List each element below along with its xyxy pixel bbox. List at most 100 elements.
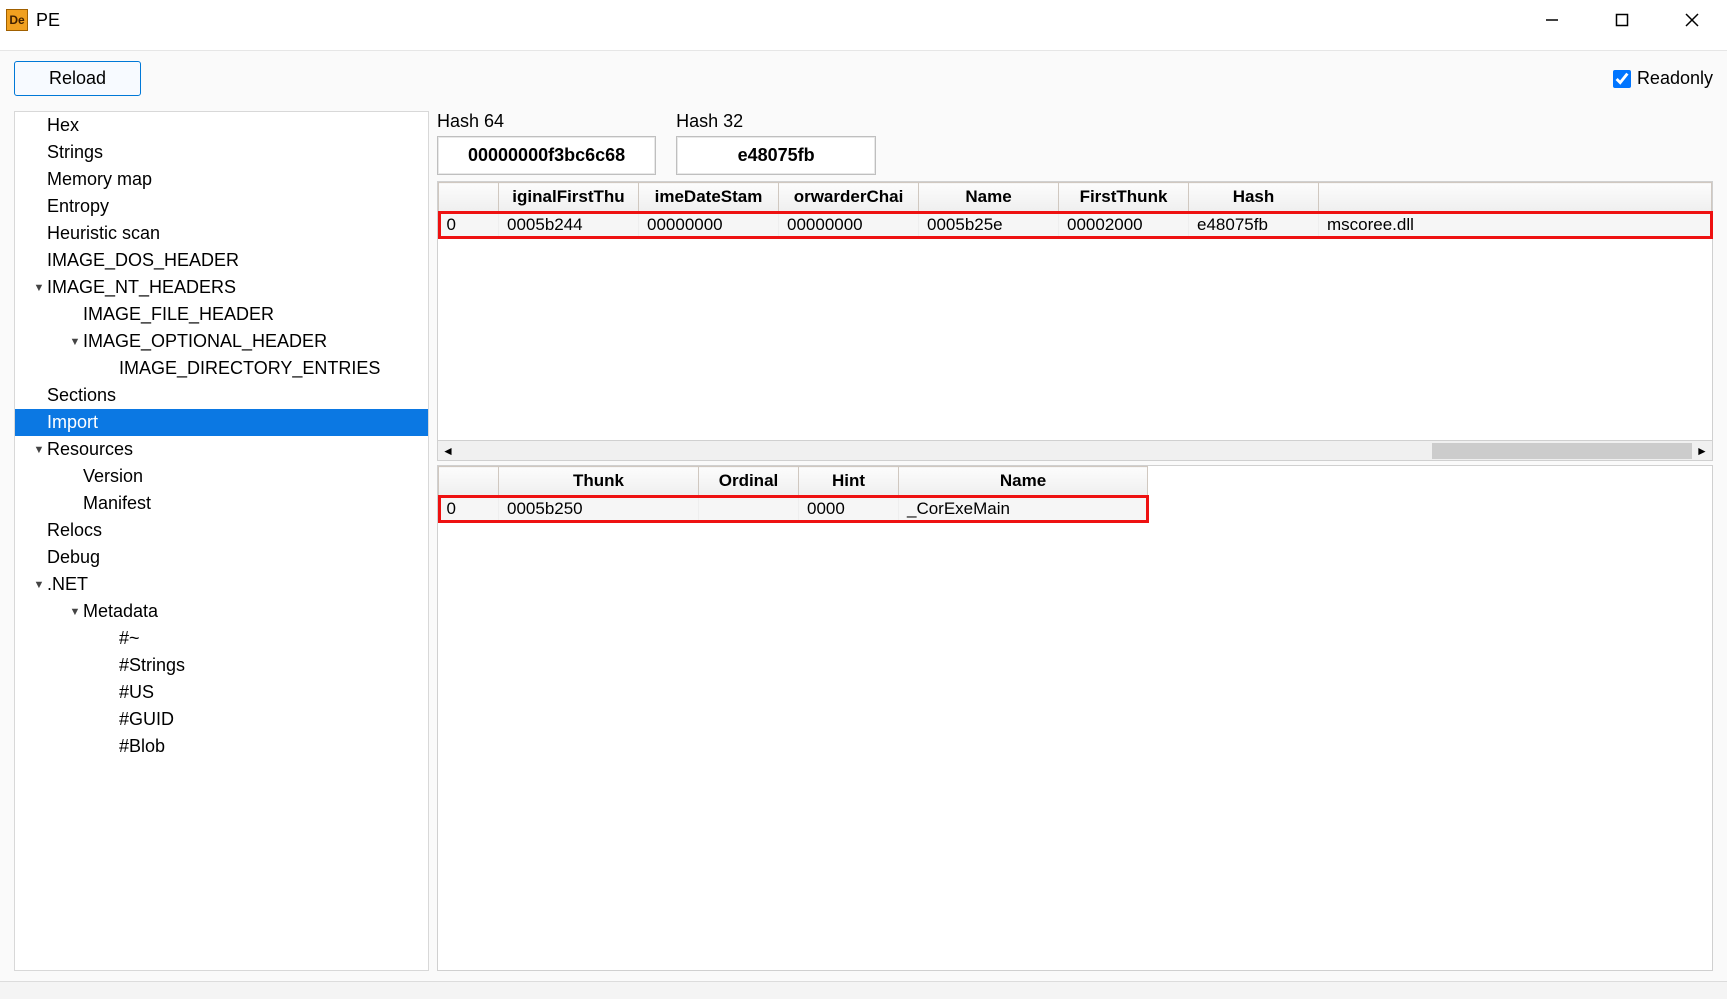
thunk-col-name[interactable]: Name (899, 467, 1148, 496)
tree-item-label: Memory map (47, 169, 152, 190)
tree-item-label: #Blob (119, 736, 165, 757)
tree-item[interactable]: Entropy (15, 193, 428, 220)
reload-button[interactable]: Reload (14, 61, 141, 96)
tree-item-label: Debug (47, 547, 100, 568)
tree-item[interactable]: #Strings (15, 652, 428, 679)
import-cell: 0005b244 (499, 212, 639, 239)
titlebar: De PE (0, 0, 1727, 40)
tree-item[interactable]: Memory map (15, 166, 428, 193)
thunk-table-wrap: Thunk Ordinal Hint Name 0 0005b250 0000 … (437, 465, 1713, 971)
tree-item[interactable]: ▼IMAGE_OPTIONAL_HEADER (15, 328, 428, 355)
readonly-label: Readonly (1637, 68, 1713, 89)
import-cell: 00000000 (779, 212, 919, 239)
minimize-button[interactable] (1517, 0, 1587, 40)
tree-item-label: #GUID (119, 709, 174, 730)
tree-item-label: Entropy (47, 196, 109, 217)
right-panel: Hash 64 00000000f3bc6c68 Hash 32 e48075f… (437, 111, 1713, 971)
import-row[interactable]: 0 0005b244 00000000 00000000 0005b25e 00… (439, 212, 1712, 239)
tree-item-label: Hex (47, 115, 79, 136)
thunk-cell: 0 (439, 496, 499, 523)
tree-disclosure-icon[interactable]: ▼ (31, 579, 47, 591)
thunk-row[interactable]: 0 0005b250 0000 _CorExeMain (439, 496, 1148, 523)
thunk-col-index[interactable] (439, 467, 499, 496)
tree-item[interactable]: Manifest (15, 490, 428, 517)
hash32-value[interactable]: e48075fb (676, 136, 876, 175)
import-col-fwdchain[interactable]: orwarderChai (779, 183, 919, 212)
import-col-timedate[interactable]: imeDateStam (639, 183, 779, 212)
tree-item-label: #~ (119, 628, 140, 649)
tree-item[interactable]: Version (15, 463, 428, 490)
import-table[interactable]: iginalFirstThu imeDateStam orwarderChai … (438, 182, 1712, 238)
thunk-table[interactable]: Thunk Ordinal Hint Name 0 0005b250 0000 … (438, 466, 1148, 522)
tree-item-label: .NET (47, 574, 88, 595)
tree-disclosure-icon[interactable]: ▼ (67, 336, 83, 348)
thunk-cell: _CorExeMain (899, 496, 1148, 523)
import-cell: 0 (439, 212, 499, 239)
tree-disclosure-icon[interactable]: ▼ (31, 282, 47, 294)
tree-item[interactable]: ▼IMAGE_NT_HEADERS (15, 274, 428, 301)
tree-item[interactable]: Relocs (15, 517, 428, 544)
app-icon: De (6, 9, 28, 31)
hash64-value[interactable]: 00000000f3bc6c68 (437, 136, 656, 175)
tree-item-label: #US (119, 682, 154, 703)
tree-item[interactable]: Sections (15, 382, 428, 409)
hash-row: Hash 64 00000000f3bc6c68 Hash 32 e48075f… (437, 111, 1713, 175)
import-col-oft[interactable]: iginalFirstThu (499, 183, 639, 212)
tree-item-label: Heuristic scan (47, 223, 160, 244)
tree-item-label: Relocs (47, 520, 102, 541)
tree-item[interactable]: Import (15, 409, 428, 436)
tree-disclosure-icon[interactable]: ▼ (67, 606, 83, 618)
tree-item[interactable]: Heuristic scan (15, 220, 428, 247)
tree-item[interactable]: #GUID (15, 706, 428, 733)
import-cell: 00002000 (1059, 212, 1189, 239)
tree-item[interactable]: Hex (15, 112, 428, 139)
tree-item-label: Manifest (83, 493, 151, 514)
import-col-hash[interactable]: Hash (1189, 183, 1319, 212)
import-col-name[interactable]: Name (919, 183, 1059, 212)
toolbar: Reload Readonly (0, 51, 1727, 106)
scroll-thumb[interactable] (1432, 443, 1692, 459)
import-cell: e48075fb (1189, 212, 1319, 239)
import-table-wrap: iginalFirstThu imeDateStam orwarderChai … (437, 181, 1713, 461)
scroll-left-icon[interactable]: ◄ (438, 442, 458, 460)
import-col-dll[interactable] (1319, 183, 1712, 212)
thunk-col-thunk[interactable]: Thunk (499, 467, 699, 496)
tree-item[interactable]: #~ (15, 625, 428, 652)
tree-item[interactable]: #US (15, 679, 428, 706)
close-button[interactable] (1657, 0, 1727, 40)
thunk-cell: 0000 (799, 496, 899, 523)
import-cell: 0005b25e (919, 212, 1059, 239)
readonly-checkbox-wrap[interactable]: Readonly (1613, 68, 1713, 89)
tree-item[interactable]: IMAGE_FILE_HEADER (15, 301, 428, 328)
tree-item[interactable]: IMAGE_DIRECTORY_ENTRIES (15, 355, 428, 382)
tree-item[interactable]: ▼.NET (15, 571, 428, 598)
thunk-cell: 0005b250 (499, 496, 699, 523)
tree-disclosure-icon[interactable]: ▼ (31, 444, 47, 456)
tree-item-label: #Strings (119, 655, 185, 676)
import-col-firstthunk[interactable]: FirstThunk (1059, 183, 1189, 212)
readonly-checkbox[interactable] (1613, 70, 1631, 88)
tree-item-label: IMAGE_NT_HEADERS (47, 277, 236, 298)
import-col-index[interactable] (439, 183, 499, 212)
tree-item-label: Version (83, 466, 143, 487)
hash64-label: Hash 64 (437, 111, 656, 132)
tree-item[interactable]: ▼Resources (15, 436, 428, 463)
maximize-button[interactable] (1587, 0, 1657, 40)
window-resize-grip[interactable] (0, 981, 1727, 999)
thunk-col-ordinal[interactable]: Ordinal (699, 467, 799, 496)
scroll-track[interactable] (458, 443, 1692, 459)
import-cell: 00000000 (639, 212, 779, 239)
tree-item[interactable]: IMAGE_DOS_HEADER (15, 247, 428, 274)
tree-item[interactable]: #Blob (15, 733, 428, 760)
thunk-col-hint[interactable]: Hint (799, 467, 899, 496)
scroll-right-icon[interactable]: ► (1692, 442, 1712, 460)
import-hscroll[interactable]: ◄ ► (438, 440, 1712, 460)
tree-item-label: Sections (47, 385, 116, 406)
tree-item[interactable]: ▼Metadata (15, 598, 428, 625)
tree-item-label: Resources (47, 439, 133, 460)
tree-item[interactable]: Debug (15, 544, 428, 571)
tree-item[interactable]: Strings (15, 139, 428, 166)
thunk-cell (699, 496, 799, 523)
import-cell: mscoree.dll (1319, 212, 1712, 239)
tree-panel[interactable]: Hex Strings Memory map Entropy Heuristic sca… (14, 111, 429, 971)
